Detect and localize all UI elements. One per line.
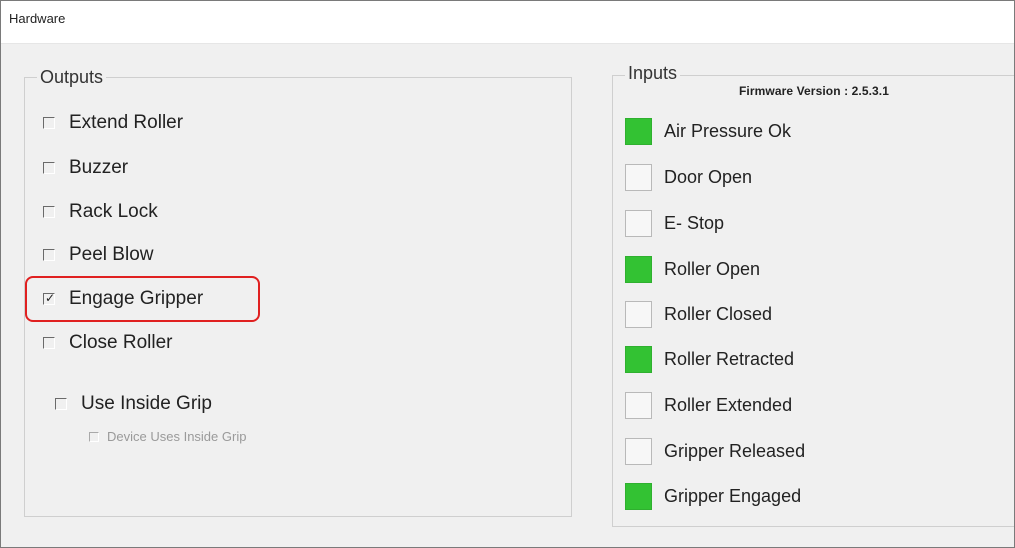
- checkbox[interactable]: [43, 162, 55, 174]
- input-gripper-released: Gripper Released: [625, 438, 805, 465]
- checkbox[interactable]: [43, 117, 55, 129]
- hardware-window: Hardware Outputs Extend Roller Buzzer Ra…: [0, 0, 1015, 548]
- input-roller-closed: Roller Closed: [625, 301, 772, 328]
- input-air-pressure-ok: Air Pressure Ok: [625, 118, 791, 145]
- window-title: Hardware: [9, 11, 66, 26]
- inputs-legend: Inputs: [625, 63, 681, 84]
- input-label: Roller Retracted: [664, 349, 795, 369]
- status-indicator: [625, 438, 652, 465]
- output-extend-roller[interactable]: Extend Roller: [43, 112, 183, 134]
- inputs-group: Inputs Firmware Version : 2.5.3.1 Air Pr…: [612, 63, 1014, 527]
- input-label: Gripper Released: [664, 441, 806, 461]
- input-roller-open: Roller Open: [625, 256, 760, 283]
- status-indicator: [625, 301, 652, 328]
- input-label: Roller Extended: [664, 395, 793, 415]
- output-label: Extend Roller: [69, 112, 184, 133]
- checkbox[interactable]: [43, 206, 55, 218]
- status-indicator: [625, 164, 652, 191]
- input-label: Air Pressure Ok: [664, 121, 792, 141]
- status-indicator: [625, 392, 652, 419]
- input-e-stop: E- Stop: [625, 210, 724, 237]
- device-uses-inside-grip-label: Device Uses Inside Grip: [107, 429, 247, 444]
- output-peel-blow[interactable]: Peel Blow: [43, 244, 154, 266]
- status-indicator: [625, 483, 652, 510]
- input-label: Door Open: [664, 167, 753, 187]
- status-indicator: [625, 118, 652, 145]
- checkbox[interactable]: [43, 337, 55, 349]
- output-buzzer[interactable]: Buzzer: [43, 157, 128, 179]
- output-rack-lock[interactable]: Rack Lock: [43, 201, 158, 223]
- status-indicator: [625, 346, 652, 373]
- output-close-roller[interactable]: Close Roller: [43, 332, 172, 354]
- checkbox[interactable]: [43, 249, 55, 261]
- input-label: Roller Open: [664, 259, 761, 279]
- outputs-legend: Outputs: [37, 67, 107, 88]
- checkbox[interactable]: [55, 398, 67, 410]
- input-gripper-engaged: Gripper Engaged: [625, 483, 801, 510]
- output-label: Buzzer: [69, 157, 129, 178]
- checkbox-disabled: [89, 431, 99, 442]
- status-indicator: [625, 256, 652, 283]
- device-uses-inside-grip: Device Uses Inside Grip: [89, 429, 246, 444]
- output-label: Peel Blow: [69, 244, 154, 265]
- input-roller-extended: Roller Extended: [625, 392, 792, 419]
- title-bar: Hardware: [1, 1, 1014, 44]
- status-indicator: [625, 210, 652, 237]
- output-label: Close Roller: [69, 332, 173, 353]
- firmware-version: Firmware Version : 2.5.3.1: [739, 84, 890, 98]
- input-label: E- Stop: [664, 213, 725, 233]
- use-inside-grip[interactable]: Use Inside Grip: [55, 393, 212, 415]
- input-label: Gripper Engaged: [664, 486, 802, 506]
- use-inside-grip-label: Use Inside Grip: [81, 393, 212, 414]
- input-label: Roller Closed: [664, 304, 773, 324]
- input-roller-retracted: Roller Retracted: [625, 346, 794, 373]
- highlight-box: [25, 276, 260, 322]
- input-door-open: Door Open: [625, 164, 752, 191]
- output-label: Rack Lock: [69, 201, 158, 222]
